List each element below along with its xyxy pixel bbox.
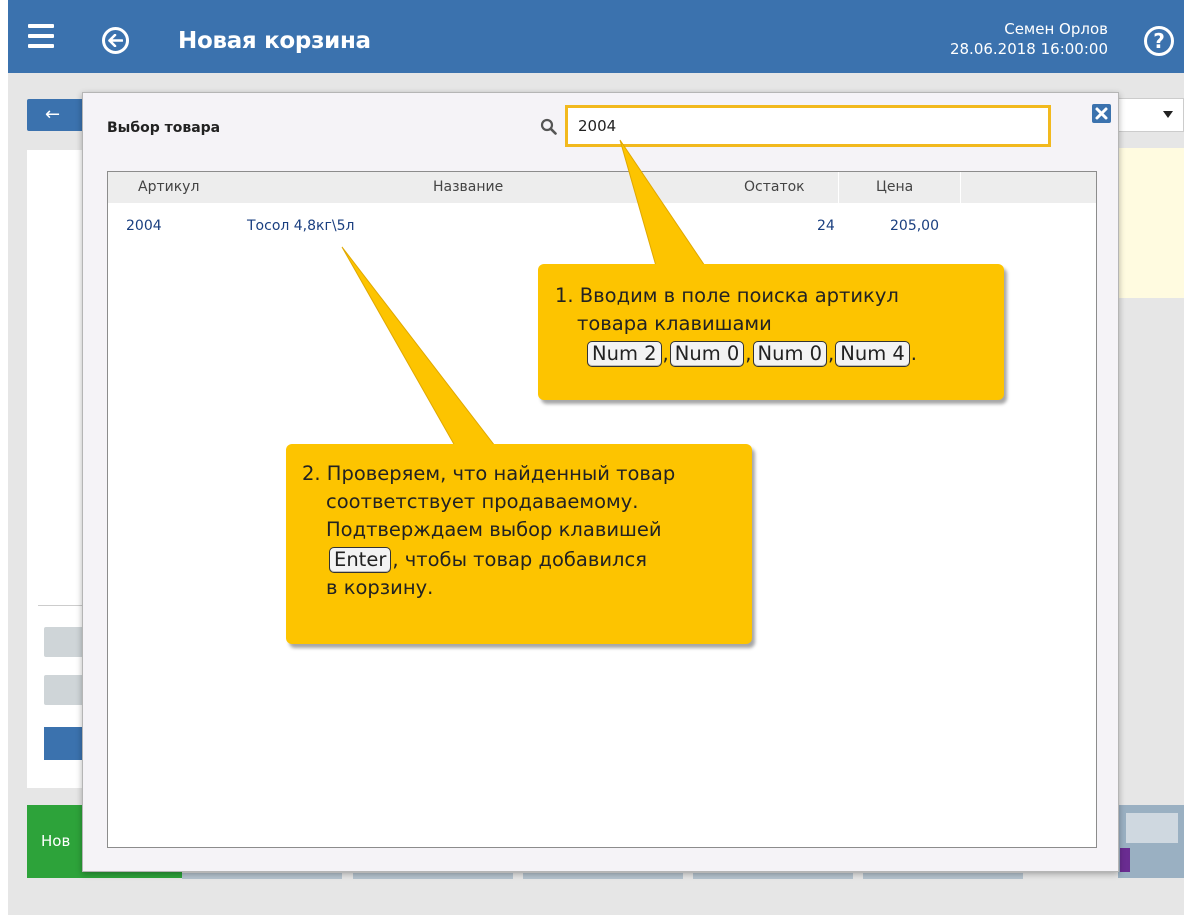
user-info: Семен Орлов 28.06.2018 16:00:00 <box>950 19 1108 59</box>
search-icon <box>540 118 557 135</box>
hint-line: 2. Проверяем, что найденный товар <box>302 462 676 485</box>
row-stock: 24 <box>817 218 835 234</box>
hint-callout-step-1: 1. Вводим в поле поиска артикул товара к… <box>538 264 1004 400</box>
keycap: Num 0 <box>669 341 745 367</box>
hamburger-icon[interactable] <box>28 24 54 48</box>
column-header-stock[interactable]: Остаток <box>744 179 805 195</box>
amount-field[interactable] <box>1126 813 1178 843</box>
table-header: Артикул Название Остаток Цена <box>108 172 1096 203</box>
back-arrow-circle-icon[interactable] <box>102 27 129 54</box>
separator: , <box>662 342 669 365</box>
hint-callout-step-2: 2. Проверяем, что найденный товар соотве… <box>286 444 752 644</box>
page-title: Новая корзина <box>178 28 371 54</box>
keycap: Num 0 <box>752 341 828 367</box>
hint-line: товара клавишами <box>577 312 772 335</box>
user-name: Семен Орлов <box>1004 20 1108 38</box>
purple-button[interactable] <box>1120 848 1130 872</box>
separator: , <box>745 342 752 365</box>
keycap: Enter <box>329 547 392 573</box>
column-header-price[interactable]: Цена <box>876 179 913 195</box>
end-punct: . <box>910 342 917 365</box>
row-name: Тосол 4,8кг\5л <box>247 218 355 234</box>
row-sku: 2004 <box>126 218 162 234</box>
current-datetime: 28.06.2018 16:00:00 <box>949 40 1108 58</box>
filter-select[interactable] <box>1118 98 1184 132</box>
keycap: Num 4 <box>835 341 910 367</box>
keycap: Num 2 <box>587 341 662 367</box>
hint-line: соответствует продаваемому. <box>326 490 639 513</box>
separator: , <box>828 342 835 365</box>
help-circle-icon[interactable]: ? <box>1144 26 1174 56</box>
hint-line: 1. Вводим в поле поиска артикул <box>555 284 899 307</box>
close-icon[interactable] <box>1092 104 1111 123</box>
info-panel <box>1118 148 1184 298</box>
hint-key-line: Enter, чтобы товар добавился <box>302 546 752 574</box>
search-input[interactable] <box>565 105 1051 147</box>
status-bar <box>8 878 1184 915</box>
hint-line: Подтверждаем выбор клавишей <box>326 518 662 541</box>
top-bar: Новая корзина Семен Орлов 28.06.2018 16:… <box>8 0 1184 73</box>
row-price: 205,00 <box>890 218 939 234</box>
hint-keys-line: Num 2, Num 0, Num 0, Num 4. <box>555 340 1004 368</box>
table-row[interactable]: 2004 Тосол 4,8кг\5л 24 205,00 <box>108 218 1096 240</box>
column-header-sku[interactable]: Артикул <box>138 179 199 195</box>
hint-line: в корзину. <box>326 576 434 599</box>
dialog-title: Выбор товара <box>107 120 221 136</box>
chevron-down-icon <box>1163 111 1173 118</box>
column-header-name[interactable]: Название <box>433 179 503 195</box>
hint-text: , чтобы товар добавился <box>392 548 647 571</box>
